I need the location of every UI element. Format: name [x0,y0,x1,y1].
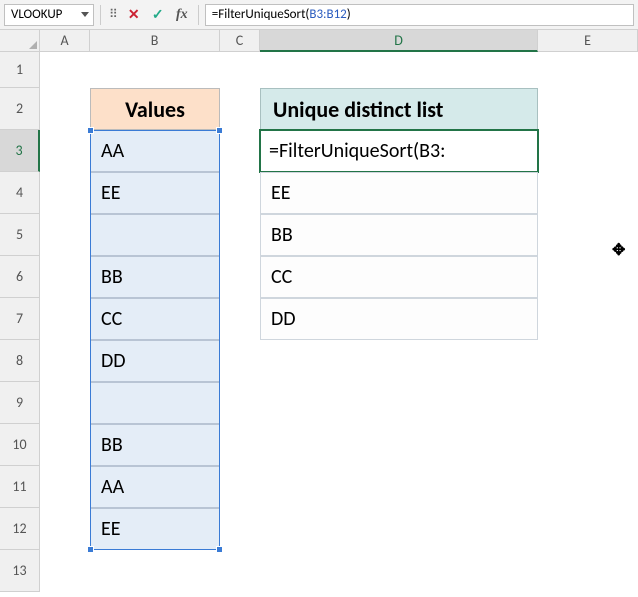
row-header-1[interactable]: 1 [0,52,40,88]
formula-text-prefix: =FilterUniqueSort( [212,7,310,22]
active-edit-cell[interactable]: =FilterUniqueSort(B3: [259,129,539,173]
row-header-6[interactable]: 6 [0,256,40,298]
unique-cell-d4[interactable]: EE [260,172,538,214]
unique-cell-d5[interactable]: BB [260,214,538,256]
name-box[interactable]: VLOOKUP [4,4,94,26]
values-cell-b6[interactable]: BB [90,256,220,298]
row-headers: 1 2 3 4 5 6 7 8 9 10 11 12 13 [0,52,40,592]
values-cell-b12[interactable]: EE [90,508,220,550]
row-header-8[interactable]: 8 [0,340,40,382]
formula-bar: VLOOKUP ⠿ ✕ ✓ fx =FilterUniqueSort(B3:B1… [0,0,638,30]
row-header-9[interactable]: 9 [0,382,40,424]
row-header-2[interactable]: 2 [0,88,40,130]
separator [100,5,101,25]
row-header-3[interactable]: 3 [0,130,40,172]
dots-icon: ⠿ [107,7,120,22]
formula-range-text: B3:B12 [309,7,346,22]
fx-button[interactable]: fx [172,5,192,25]
unique-list-header[interactable]: Unique distinct list [260,88,538,130]
accept-button[interactable]: ✓ [148,5,168,25]
values-cell-b10[interactable]: BB [90,424,220,466]
row-header-13[interactable]: 13 [0,550,40,592]
values-cell-b3[interactable]: AA [90,130,220,172]
chevron-down-icon[interactable] [81,12,89,17]
values-header[interactable]: Values [90,88,220,130]
formula-input[interactable]: =FilterUniqueSort(B3:B12) [205,4,634,26]
column-headers: A B C D E [0,30,638,52]
cancel-button[interactable]: ✕ [124,5,144,25]
spreadsheet-grid: A B C D E 1 2 3 4 5 6 7 8 9 10 11 12 13 … [0,30,638,597]
name-box-value: VLOOKUP [11,7,62,22]
values-cell-b4[interactable]: EE [90,172,220,214]
row-header-5[interactable]: 5 [0,214,40,256]
row-header-10[interactable]: 10 [0,424,40,466]
values-cell-b7[interactable]: CC [90,298,220,340]
row-header-12[interactable]: 12 [0,508,40,550]
col-header-C[interactable]: C [220,30,260,52]
formula-text-suffix: ) [347,7,351,22]
row-header-7[interactable]: 7 [0,298,40,340]
separator [198,5,199,25]
unique-cell-d7[interactable]: DD [260,298,538,340]
values-cell-b9[interactable] [90,382,220,424]
col-header-A[interactable]: A [40,30,90,52]
row-header-11[interactable]: 11 [0,466,40,508]
row-header-4[interactable]: 4 [0,172,40,214]
unique-cell-d6[interactable]: CC [260,256,538,298]
select-all-corner[interactable] [0,30,40,52]
values-cell-b8[interactable]: DD [90,340,220,382]
col-header-D[interactable]: D [260,30,538,52]
col-header-E[interactable]: E [538,30,638,52]
values-cell-b11[interactable]: AA [90,466,220,508]
col-header-B[interactable]: B [90,30,220,52]
cursor-cross-icon: ✥ [612,240,625,260]
values-cell-b5[interactable] [90,214,220,256]
